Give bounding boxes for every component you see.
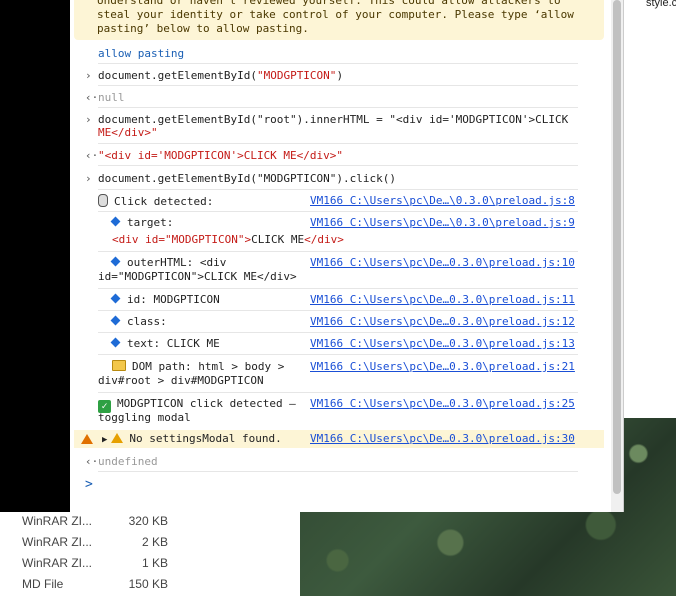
corner-filename: style.c	[646, 0, 676, 9]
source-link[interactable]: VM166 C:\Users\pc\De…0.3.0\preload.js:13	[310, 337, 575, 350]
source-link[interactable]: VM166 C:\Users\pc\De…0.3.0\preload.js:12	[310, 315, 575, 328]
input-chevron-icon: ›	[85, 113, 92, 126]
input-chevron-icon: ›	[85, 172, 92, 185]
folder-icon	[112, 360, 126, 371]
source-link[interactable]: VM166 C:\Users\pc\De…0.3.0\preload.js:25	[310, 397, 575, 410]
diamond-icon	[110, 337, 121, 348]
file-list: WinRAR ZI... 320 KB WinRAR ZI... 2 KB WinR…	[0, 512, 300, 596]
result-arrow-icon: ‹·	[85, 455, 99, 468]
prompt-chevron-icon: >	[85, 477, 93, 492]
scrollbar-thumb[interactable]	[613, 0, 621, 494]
result-arrow-icon: ‹·	[85, 149, 99, 162]
warning-icon	[81, 433, 93, 446]
file-row[interactable]: WinRAR ZI... 320 KB	[0, 512, 300, 532]
source-link[interactable]: VM166 C:\Users\pc\De…\0.3.0\preload.js:9	[310, 216, 575, 229]
devtools-console: Understand or haven't reviewed yourself.…	[70, 0, 624, 512]
file-row[interactable]: WinRAR ZI... 2 KB	[0, 533, 300, 553]
black-background	[0, 0, 70, 512]
file-row[interactable]: MD File 150 KB	[0, 575, 300, 595]
source-link[interactable]: VM166 C:\Users\pc\De…0.3.0\preload.js:10	[310, 256, 575, 269]
console-scrollbar[interactable]	[611, 0, 623, 512]
entry-text: allow pasting	[98, 47, 185, 60]
input-chevron-icon: ›	[85, 69, 92, 82]
mouse-icon	[98, 194, 108, 207]
source-link[interactable]: VM166 C:\Users\pc\De…0.3.0\preload.js:30	[310, 432, 575, 445]
result-arrow-icon: ‹·	[85, 91, 99, 104]
source-link[interactable]: VM166 C:\Users\pc\De…0.3.0\preload.js:11	[310, 293, 575, 306]
diamond-icon	[110, 293, 121, 304]
diamond-icon	[110, 216, 121, 227]
side-panel	[624, 0, 676, 418]
warning-icon	[111, 433, 124, 443]
source-link[interactable]: VM166 C:\Users\pc\De…\0.3.0\preload.js:8	[310, 194, 575, 207]
source-link[interactable]: VM166 C:\Users\pc\De…0.3.0\preload.js:21	[310, 360, 575, 373]
file-row[interactable]: WinRAR ZI... 1 KB	[0, 554, 300, 574]
paste-warning-text: Understand or haven't reviewed yourself.…	[97, 0, 574, 35]
diamond-icon	[110, 315, 121, 326]
diamond-icon	[110, 256, 121, 267]
expand-arrow-icon[interactable]: ▶	[102, 435, 107, 445]
